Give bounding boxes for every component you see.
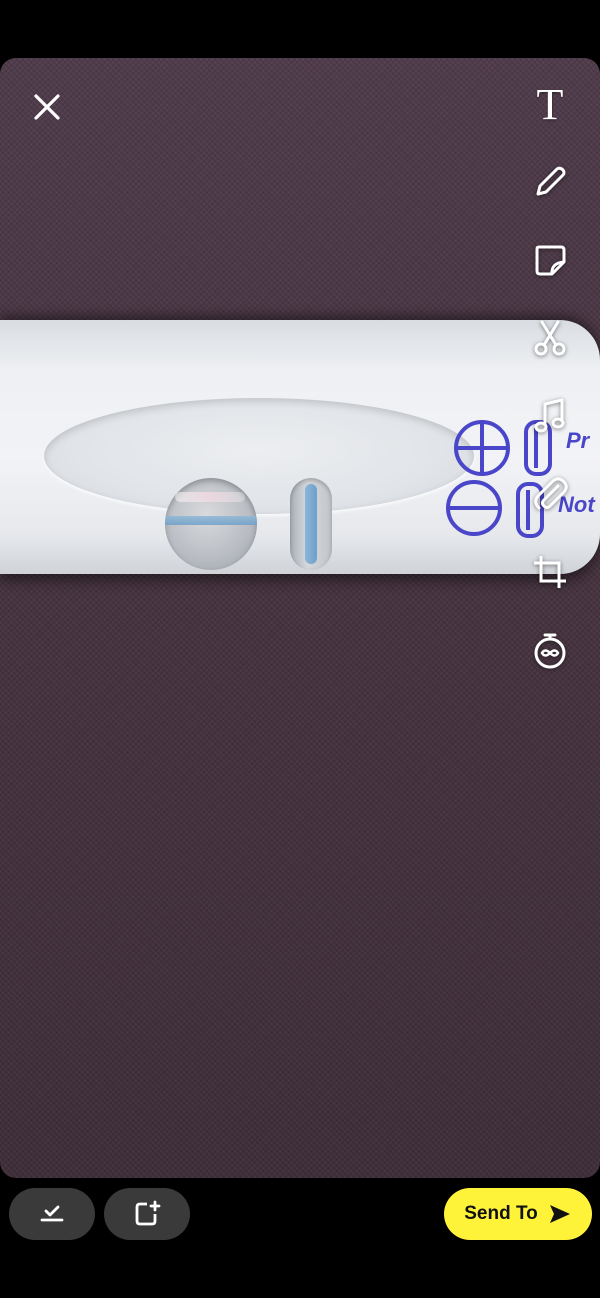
music-tool-button[interactable] (520, 386, 580, 446)
snap-photo: Pr Not (0, 58, 600, 1178)
save-button[interactable] (9, 1188, 95, 1240)
send-to-button[interactable]: Send To (444, 1188, 592, 1240)
send-arrow-icon (549, 1205, 570, 1223)
send-to-label: Send To (464, 1203, 538, 1224)
result-window-oval (44, 398, 474, 514)
control-window (290, 478, 332, 570)
minus-key-icon (446, 480, 502, 536)
crop-icon (534, 556, 566, 588)
text-tool-icon: T (536, 79, 564, 129)
timer-tool-button[interactable] (520, 620, 580, 680)
download-check-icon (40, 1205, 64, 1222)
horizontal-result-line (165, 516, 257, 525)
attachment-tool-button[interactable] (520, 464, 580, 524)
crop-tool-button[interactable] (520, 542, 580, 602)
vertical-control-line (305, 484, 317, 564)
circle-glint (175, 492, 245, 502)
draw-tool-button[interactable] (520, 152, 580, 212)
sticker-tool-button[interactable] (520, 230, 580, 290)
paperclip-icon (534, 477, 568, 510)
text-tool-button[interactable]: T (520, 74, 580, 134)
pencil-icon (536, 166, 566, 196)
timer-icon (534, 633, 566, 669)
plus-key-icon (454, 420, 510, 476)
add-to-story-button[interactable] (104, 1188, 190, 1240)
scissors-tool-button[interactable] (520, 308, 580, 368)
close-icon (34, 94, 60, 120)
bottom-action-bar: Send To (0, 1178, 600, 1298)
pregnancy-test-stick: Pr Not (0, 320, 600, 574)
sticker-icon (535, 245, 566, 276)
result-circle-window (165, 478, 257, 570)
scissors-icon (534, 320, 566, 356)
add-story-icon (135, 1200, 161, 1226)
close-button[interactable] (22, 82, 72, 132)
music-note-icon (534, 398, 565, 433)
